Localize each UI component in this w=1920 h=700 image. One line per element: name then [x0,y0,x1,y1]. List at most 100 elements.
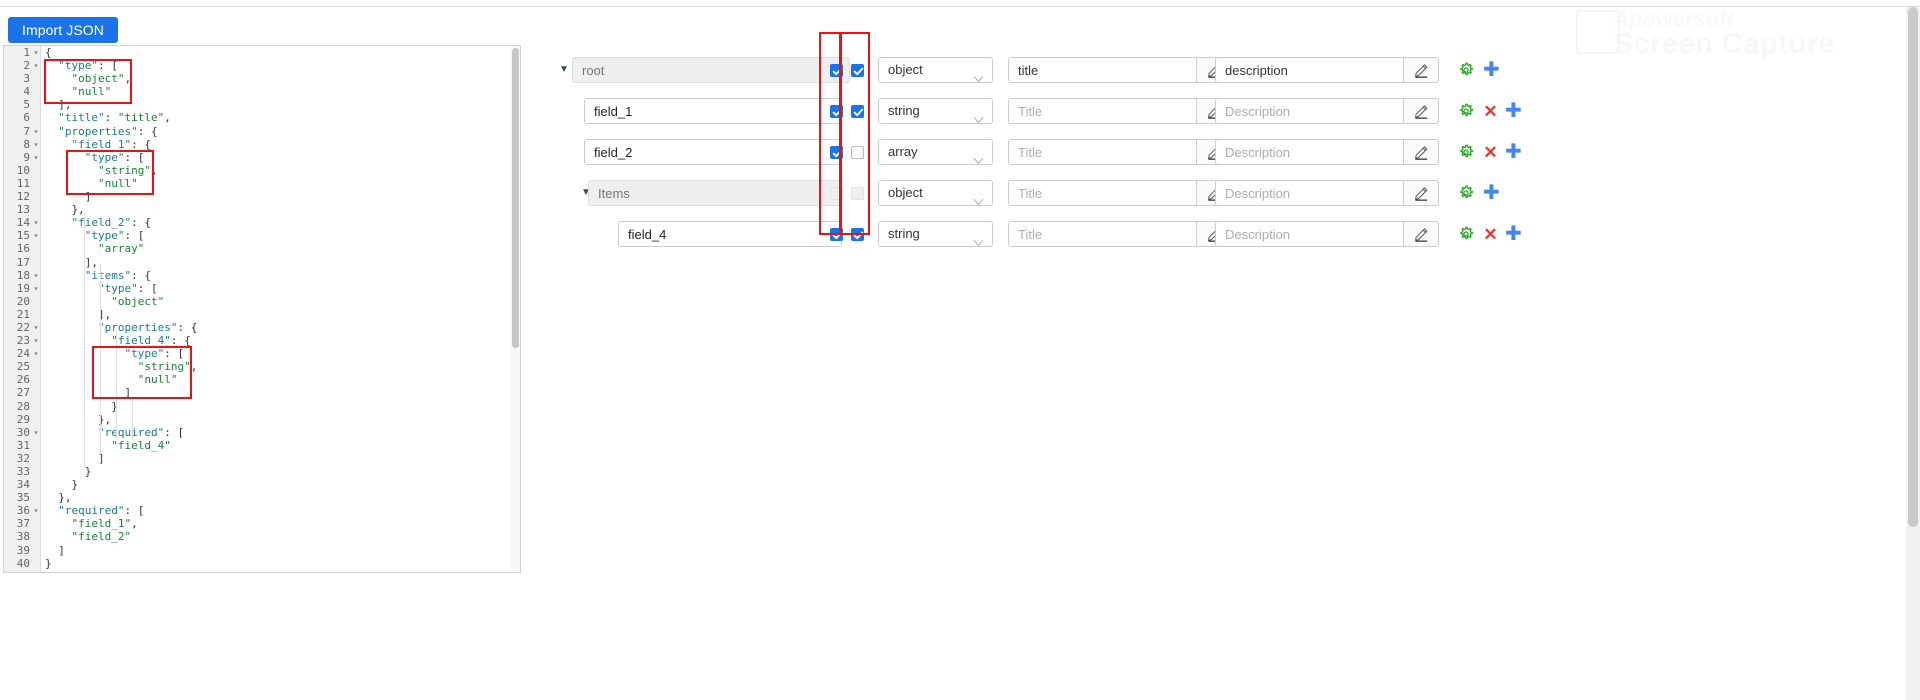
editor-line: 11 "null" [4,177,520,190]
line-text: }, [71,203,85,217]
line-text: "null" [137,373,178,387]
line-text: "field_2": { [71,216,151,230]
fold-toggle-icon[interactable]: ▾ [32,151,40,164]
line-text: "object" [111,294,165,308]
remove-field-icon[interactable]: ✕ [1483,144,1498,161]
description-input[interactable] [1215,180,1403,206]
required-checkbox[interactable] [830,228,843,241]
line-text: "required": [ [98,425,185,439]
line-number: 18 [16,268,30,282]
edit-pencil-icon[interactable] [1403,180,1439,206]
title-input[interactable] [1008,221,1196,247]
editor-line: 38 "field_2" [4,530,520,543]
fold-toggle-icon[interactable]: ▾ [32,229,40,242]
editor-line: 21 ], [4,308,520,321]
add-field-icon[interactable]: ✚ [1505,101,1522,121]
field-name-input[interactable] [572,57,850,83]
add-field-icon[interactable]: ✚ [1505,224,1522,244]
fold-toggle-icon[interactable]: ▾ [32,334,40,347]
editor-line: 4 "null" [4,85,520,98]
title-input[interactable] [1008,180,1196,206]
editor-code-area[interactable]: 1 ▾{2 ▾ "type": [3 "object", 4 "null" 5 ], 6 … [4,46,520,572]
line-text: } [71,478,79,492]
editor-line: 19 ▾ "type": [ [4,282,520,295]
fold-toggle-icon[interactable]: ▾ [32,46,40,59]
description-input[interactable] [1215,98,1403,124]
type-select[interactable]: object [878,57,993,83]
fold-toggle-icon[interactable]: ▾ [32,321,40,334]
editor-line: 7 ▾ "properties": { [4,125,520,138]
fold-toggle-icon[interactable]: ▾ [32,138,40,151]
description-input[interactable] [1215,139,1403,165]
required-checkbox[interactable] [830,64,843,77]
type-select[interactable]: string [878,98,993,124]
field-name-input[interactable] [584,139,842,165]
nullable-checkbox[interactable] [851,64,864,77]
remove-field-icon[interactable]: ✕ [1483,103,1498,120]
fold-toggle-icon[interactable]: ▾ [32,347,40,360]
schema-field-row: string ✕ ✚ [540,91,1910,132]
import-json-button[interactable]: Import JSON [8,17,119,43]
indent-guide [100,264,101,454]
chevron-down-icon[interactable]: ▼ [558,64,570,76]
chevron-down-icon [973,149,984,173]
fold-toggle-icon[interactable]: ▾ [32,216,40,229]
line-number: 24 [16,347,30,361]
fold-toggle-icon[interactable]: ▾ [32,504,40,517]
line-text: "field_4": { [111,334,191,348]
edit-pencil-icon[interactable] [1403,139,1439,165]
editor-line: 3 "object", [4,72,520,85]
description-input[interactable] [1215,221,1403,247]
line-number: 7 [23,124,30,138]
editor-line: 17 ], [4,256,520,269]
type-select[interactable]: string [878,221,993,247]
add-field-icon[interactable]: ✚ [1483,60,1500,80]
required-checkbox[interactable] [830,146,843,159]
fold-toggle-icon[interactable]: ▾ [32,59,40,72]
description-input[interactable] [1215,57,1403,83]
description-field-group [1215,180,1439,206]
fold-toggle-icon[interactable]: ▾ [32,426,40,439]
add-field-icon[interactable]: ✚ [1505,142,1522,162]
fold-toggle-icon[interactable]: ▾ [32,125,40,138]
editor-scrollbar-thumb[interactable] [512,48,519,348]
settings-gear-icon[interactable] [1457,226,1474,243]
line-text: "field_1": { [71,137,151,151]
fold-toggle-icon[interactable]: ▾ [32,282,40,295]
fold-toggle-icon[interactable]: ▾ [32,269,40,282]
settings-gear-icon[interactable] [1457,185,1474,202]
edit-pencil-icon[interactable] [1403,221,1439,247]
add-field-icon[interactable]: ✚ [1483,183,1500,203]
edit-pencil-icon[interactable] [1403,57,1439,83]
settings-gear-icon[interactable] [1457,62,1474,79]
line-text: ] [124,386,132,400]
field-name-input[interactable] [584,98,842,124]
watermark-icon [1576,10,1620,54]
page-scrollbar[interactable] [1906,7,1920,700]
editor-line: 29 }, [4,413,520,426]
title-input[interactable] [1008,139,1196,165]
nullable-checkbox[interactable] [851,105,864,118]
page-scrollbar-thumb[interactable] [1908,7,1918,527]
line-text: } [111,399,118,413]
type-select[interactable]: object [878,180,993,206]
field-name-input[interactable] [588,180,842,206]
chevron-down-icon [973,108,984,132]
line-number: 14 [16,216,30,230]
nullable-checkbox[interactable] [851,228,864,241]
nullable-checkbox[interactable] [851,146,864,159]
settings-gear-icon[interactable] [1457,144,1474,161]
editor-scrollbar[interactable] [511,46,520,572]
editor-line: 22 ▾ "properties": { [4,321,520,334]
type-select[interactable]: array [878,139,993,165]
json-editor[interactable]: 1 ▾{2 ▾ "type": [3 "object", 4 "null" 5 ], 6 … [3,45,521,573]
editor-line: 25 "string", [4,360,520,373]
remove-field-icon[interactable]: ✕ [1483,226,1498,243]
line-number: 4 [23,85,30,99]
required-checkbox[interactable] [830,105,843,118]
settings-gear-icon[interactable] [1457,103,1474,120]
title-input[interactable] [1008,98,1196,124]
edit-pencil-icon[interactable] [1403,98,1439,124]
title-input[interactable] [1008,57,1196,83]
field-name-input[interactable] [618,221,842,247]
